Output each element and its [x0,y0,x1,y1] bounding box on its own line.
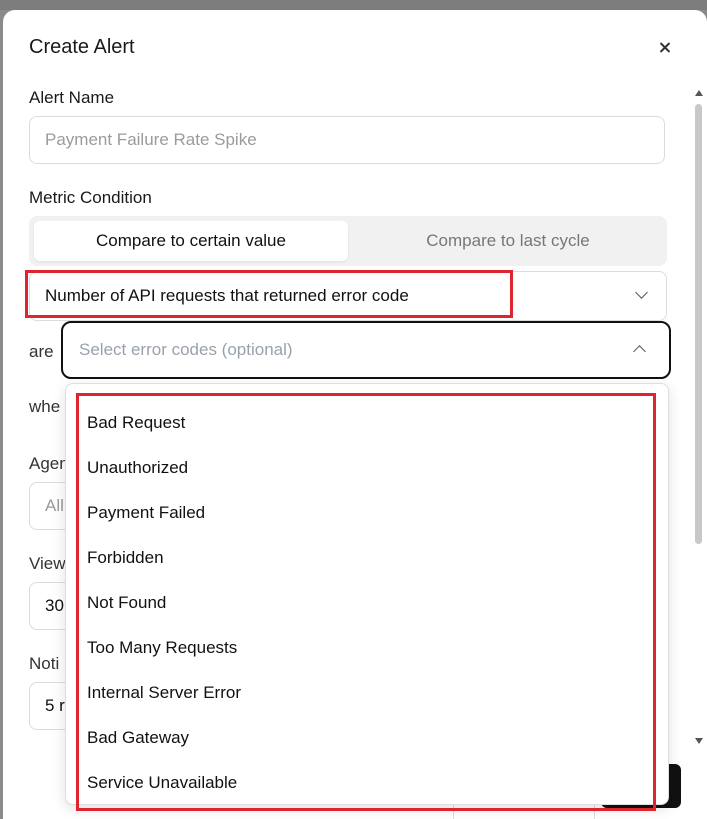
scroll-down-icon[interactable] [695,738,703,744]
modal-scrollbar[interactable] [693,88,705,748]
scroll-up-icon[interactable] [695,90,703,96]
option-payment-failed[interactable]: Payment Failed [87,503,205,523]
error-codes-select[interactable]: Select error codes (optional) [61,321,671,379]
are-label: are [29,342,54,361]
option-too-many-requests[interactable]: Too Many Requests [87,638,237,658]
option-not-found[interactable]: Not Found [87,593,166,613]
notify-label-partial: Noti [29,654,60,673]
view-label-partial: View [29,554,66,573]
error-codes-placeholder: Select error codes (optional) [79,340,293,359]
chevron-up-icon [633,345,646,358]
option-forbidden[interactable]: Forbidden [87,548,164,568]
error-codes-dropdown: Bad Request Unauthorized Payment Failed … [65,383,669,805]
option-unauthorized[interactable]: Unauthorized [87,458,188,478]
agent-value-partial: All [45,496,64,515]
create-alert-modal: Create Alert Alert Name Payment Failure … [3,10,707,819]
option-bad-gateway[interactable]: Bad Gateway [87,728,189,748]
when-label-partial: whe [29,397,61,416]
view-value-partial: 30 [45,596,64,615]
scrollbar-thumb[interactable] [695,104,702,544]
metric-select-value: Number of API requests that returned err… [45,286,409,305]
option-service-unavailable[interactable]: Service Unavailable [87,773,237,793]
notify-value-partial: 5 r [45,696,65,715]
tab-compare-certain-value[interactable]: Compare to certain value [34,221,348,261]
tab-compare-last-cycle[interactable]: Compare to last cycle [354,221,662,261]
modal-title: Create Alert [29,36,135,58]
chevron-down-icon [635,286,648,299]
metric-condition-label: Metric Condition [29,188,152,207]
page-backdrop [0,0,707,10]
compare-mode-toggle: Compare to certain value Compare to last… [29,216,667,266]
alert-name-input[interactable]: Payment Failure Rate Spike [29,116,665,164]
agent-label-partial: Agen [29,454,69,473]
option-internal-server-error[interactable]: Internal Server Error [87,683,241,703]
close-icon[interactable] [655,38,675,58]
option-bad-request[interactable]: Bad Request [87,413,185,433]
metric-select[interactable]: Number of API requests that returned err… [29,271,667,321]
alert-name-label: Alert Name [29,88,115,107]
